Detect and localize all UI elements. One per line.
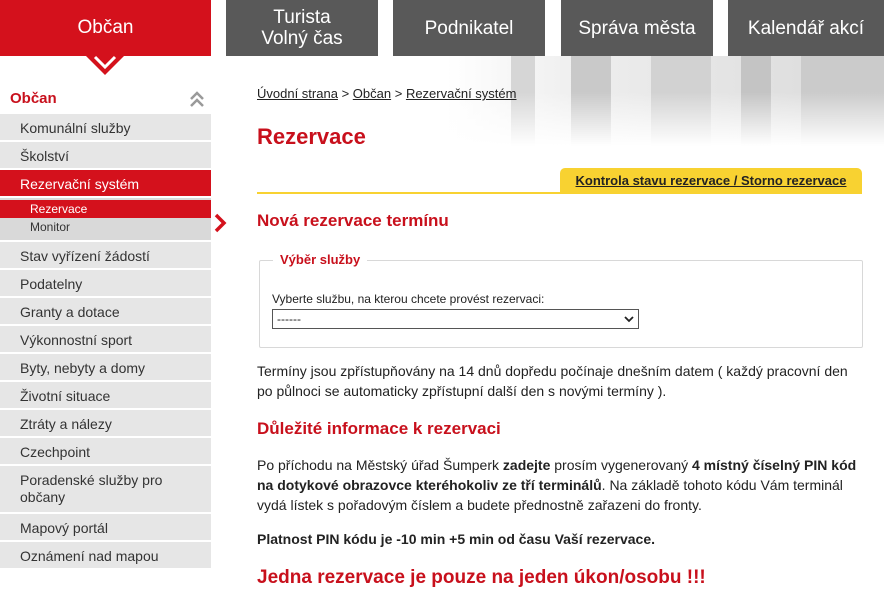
service-select[interactable]: ------: [272, 309, 639, 329]
one-per-person-warning: Jedna rezervace je pouze na jeden úkon/o…: [257, 567, 706, 588]
page-title: Rezervace: [257, 124, 366, 149]
fieldset-legend: Výběr služby: [273, 252, 368, 267]
sidebar-item-mapovy-portal[interactable]: Mapový portál: [0, 512, 211, 540]
main-content: Úvodní strana > Občan > Rezervační systé…: [257, 86, 867, 588]
tab-kalendar-akci-label: Kalendář akcí: [747, 17, 865, 39]
breadcrumb-current[interactable]: Rezervační systém: [406, 86, 517, 101]
sidebar-subitem-rezervace[interactable]: Rezervace: [0, 200, 211, 218]
tab-podnikatel-label: Podnikatel: [424, 17, 514, 39]
tab-sprava-mesta-label: Správa města: [578, 17, 696, 39]
service-selection-fieldset: Výběr služby Vyberte službu, na kterou c…: [259, 252, 863, 348]
sidebar-submenu: Rezervace Monitor: [0, 196, 211, 240]
breadcrumb: Úvodní strana > Občan > Rezervační systé…: [257, 86, 867, 101]
sidebar-item-poradenske-line2: občany: [20, 489, 66, 505]
collapse-up-icon[interactable]: [189, 90, 205, 108]
sidebar-item-sport[interactable]: Výkonnostní sport: [0, 324, 211, 352]
sidebar-item-ztraty[interactable]: Ztráty a nálezy: [0, 408, 211, 436]
sidebar-item-skolstvi[interactable]: Školství: [0, 140, 211, 168]
tab-turista[interactable]: Turista Volný čas: [226, 0, 378, 56]
breadcrumb-separator: >: [341, 86, 350, 101]
sidebar-item-podatelny[interactable]: Podatelny: [0, 268, 211, 296]
tab-kalendar-akci[interactable]: Kalendář akcí: [728, 0, 884, 56]
top-navigation: Občan Turista Volný čas Podnikatel Správ…: [0, 0, 884, 75]
tab-turista-line2: Volný čas: [261, 28, 343, 49]
sidebar-item-komunalni-sluzby[interactable]: Komunální služby: [0, 112, 211, 140]
service-select-value: ------: [277, 312, 301, 326]
tab-obcan-label: Občan: [77, 17, 134, 38]
sidebar-heading: Občan: [0, 86, 211, 112]
sidebar-item-stav-vyrizeni[interactable]: Stav vyřízení žádostí: [0, 240, 211, 268]
pin-text-3: prosím vygenerovaný: [550, 457, 692, 473]
sidebar-item-poradenske-sluzby[interactable]: Poradenské služby pro občany: [0, 464, 211, 512]
sidebar-item-zivotni-situace[interactable]: Životní situace: [0, 380, 211, 408]
active-tab-arrow-icon: [85, 55, 125, 75]
breadcrumb-obcan[interactable]: Občan: [353, 86, 391, 101]
new-reservation-heading: Nová rezervace termínu: [257, 211, 449, 230]
pin-paragraph: Po příchodu na Městský úřad Šumperk zade…: [257, 455, 862, 515]
divider: [257, 192, 862, 194]
terms-paragraph: Termíny jsou zpřístupňovány na 14 dnů do…: [257, 363, 848, 399]
pin-text-1: Po příchodu na Městský úřad Šumperk: [257, 457, 503, 473]
important-info-heading: Důležité informace k rezervaci: [257, 419, 501, 438]
pin-validity: Platnost PIN kódu je -10 min +5 min od č…: [257, 531, 655, 547]
pin-text-2: zadejte: [502, 457, 551, 473]
sidebar-item-poradenske-line1: Poradenské služby pro: [20, 472, 163, 488]
control-cancel-tab[interactable]: Kontrola stavu rezervace / Storno rezerv…: [560, 168, 862, 192]
breadcrumb-separator: >: [394, 86, 403, 101]
sidebar: Občan Komunální služby Školství Rezervač…: [0, 86, 211, 568]
sidebar-item-czechpoint[interactable]: Czechpoint: [0, 436, 211, 464]
tab-podnikatel[interactable]: Podnikatel: [393, 0, 545, 56]
sidebar-heading-label: Občan: [10, 90, 57, 107]
sidebar-item-byty[interactable]: Byty, nebyty a domy: [0, 352, 211, 380]
tab-obcan[interactable]: Občan: [0, 0, 211, 56]
tab-sprava-mesta[interactable]: Správa města: [561, 0, 713, 56]
tab-turista-line1: Turista: [273, 7, 331, 28]
active-item-pointer-icon: [214, 213, 227, 233]
sidebar-subitem-monitor[interactable]: Monitor: [0, 218, 211, 236]
chevron-down-icon: [624, 316, 634, 323]
sidebar-item-granty[interactable]: Granty a dotace: [0, 296, 211, 324]
breadcrumb-home[interactable]: Úvodní strana: [257, 86, 338, 101]
sidebar-item-oznameni[interactable]: Oznámení nad mapou: [0, 540, 211, 568]
sidebar-item-rezervacni-system[interactable]: Rezervační systém: [0, 168, 211, 196]
service-select-label: Vyberte službu, na kterou chcete provést…: [272, 292, 545, 306]
